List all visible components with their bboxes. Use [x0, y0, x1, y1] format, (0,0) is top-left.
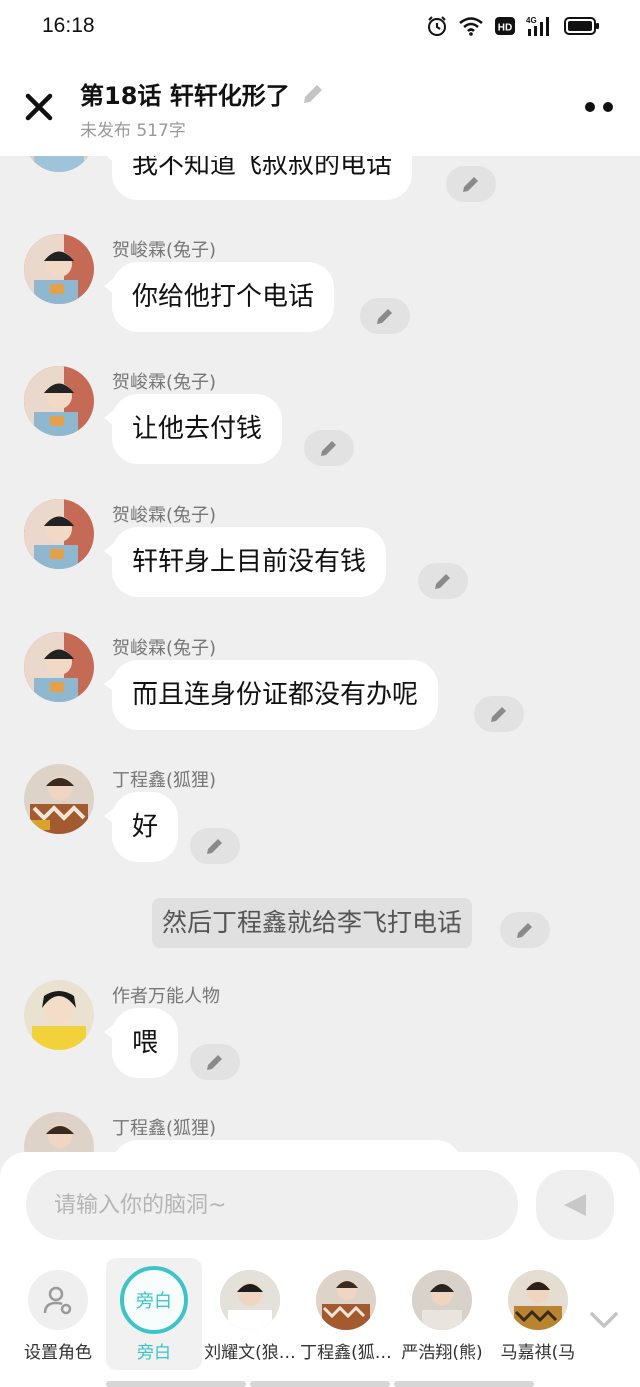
scroll-indicator — [106, 1381, 246, 1387]
sender-name: 贺峻霖(兔子) — [112, 372, 217, 393]
message-bubble[interactable] — [112, 1140, 462, 1152]
message-bubble[interactable]: 你给他打个电话 — [103, 262, 335, 332]
edit-message-button[interactable] — [304, 430, 354, 466]
edit-message-button[interactable] — [474, 696, 524, 732]
role-narration[interactable]: 旁白 旁白 — [106, 1258, 202, 1370]
status-bar: 16:18 HD 4G — [0, 0, 640, 56]
edit-narration-button[interactable] — [500, 912, 550, 948]
edit-message-button[interactable] — [190, 1044, 240, 1080]
scroll-indicator — [394, 1381, 534, 1387]
send-icon — [564, 1194, 586, 1216]
set-role-circle — [28, 1270, 88, 1330]
wifi-icon — [459, 17, 483, 36]
publish-status: 未发布 517字 — [80, 121, 186, 141]
avatar[interactable] — [24, 764, 94, 834]
role-character[interactable]: 丁程鑫(狐… — [298, 1258, 394, 1370]
sender-name: 丁程鑫(狐狸) — [112, 770, 217, 791]
close-icon[interactable] — [22, 90, 56, 124]
pencil-icon — [321, 441, 336, 456]
role-label: 刘耀文(狼… — [204, 1343, 296, 1363]
message-bubble[interactable]: 好 — [103, 792, 179, 862]
edit-title-icon[interactable] — [300, 81, 326, 107]
sender-name: 丁程鑫(狐狸) — [112, 1118, 217, 1139]
send-button[interactable] — [536, 1170, 614, 1240]
edit-message-button[interactable] — [418, 563, 468, 599]
battery-icon — [564, 17, 599, 35]
avatar — [508, 1270, 568, 1330]
title-wrap: 第18话 轩轩化形了 — [80, 76, 326, 111]
svg-text:4G: 4G — [526, 16, 537, 25]
message-bubble[interactable]: 而且连身份证都没有办呢 — [103, 660, 439, 730]
avatar[interactable] — [24, 156, 94, 172]
sender-name: 贺峻霖(兔子) — [112, 505, 217, 526]
composer-panel: 设置角色 旁白 旁白 刘耀文(狼… 丁程鑫(狐… 严浩翔(熊) — [0, 1152, 640, 1387]
avatar[interactable] — [24, 234, 94, 304]
hd-icon: HD — [495, 17, 515, 35]
avatar[interactable] — [24, 980, 94, 1050]
role-label: 马嘉祺(马 — [500, 1343, 576, 1363]
message-bubble[interactable]: 让他去付钱 — [103, 394, 283, 464]
pencil-icon — [517, 923, 532, 938]
sender-name: 贺峻霖(兔子) — [112, 240, 217, 261]
sender-name: 贺峻霖(兔子) — [112, 638, 217, 659]
role-label: 丁程鑫(狐… — [300, 1343, 392, 1363]
role-character[interactable]: 刘耀文(狼… — [202, 1258, 298, 1370]
narration-bubble[interactable]: 然后丁程鑫就给李飞打电话 — [152, 898, 473, 948]
chevron-down-icon[interactable] — [588, 1308, 620, 1332]
message-bubble[interactable]: 我不知道飞叔叔的电话 — [103, 156, 413, 200]
message-input[interactable] — [26, 1170, 518, 1240]
role-character[interactable]: 严浩翔(熊) — [394, 1258, 490, 1370]
message-bubble[interactable]: 轩轩身上目前没有钱 — [103, 527, 387, 597]
scroll-indicator — [250, 1381, 390, 1387]
narration-role-circle: 旁白 — [120, 1266, 188, 1334]
avatar[interactable] — [24, 632, 94, 702]
pencil-icon — [207, 1055, 222, 1070]
pencil-icon — [491, 707, 506, 722]
more-options-icon[interactable] — [584, 100, 614, 114]
role-character[interactable]: 马嘉祺(马 — [490, 1258, 586, 1370]
avatar[interactable] — [24, 1112, 94, 1152]
pencil-icon — [377, 309, 392, 324]
status-time: 16:18 — [42, 14, 95, 37]
avatar[interactable] — [24, 366, 94, 436]
header: 第18话 轩轩化形了 未发布 517字 — [0, 56, 640, 156]
chat-area[interactable]: 我不知道飞叔叔的电话 贺峻霖(兔子) 你给他打个电话 贺峻霖(兔子) 让他去付钱… — [0, 156, 640, 1152]
message-bubble[interactable]: 喂 — [103, 1008, 179, 1078]
user-settings-icon — [43, 1286, 72, 1315]
page-title: 第18话 轩轩化形了 — [80, 82, 290, 110]
role-label: 严浩翔(熊) — [401, 1343, 483, 1363]
avatar[interactable] — [24, 499, 94, 569]
status-icons: HD 4G — [426, 15, 600, 37]
role-selector: 设置角色 旁白 旁白 刘耀文(狼… 丁程鑫(狐… 严浩翔(熊) 马嘉祺(马 — [0, 1258, 640, 1378]
pencil-icon — [463, 177, 478, 192]
role-label: 旁白 — [137, 1343, 171, 1363]
pencil-icon — [207, 839, 222, 854]
edit-message-button[interactable] — [190, 828, 240, 864]
role-set-role[interactable]: 设置角色 — [10, 1258, 106, 1370]
avatar — [412, 1270, 472, 1330]
signal-4g-icon: 4G — [526, 16, 549, 36]
edit-message-button[interactable] — [446, 166, 496, 202]
avatar — [220, 1270, 280, 1330]
svg-text:HD: HD — [498, 23, 512, 34]
alarm-icon — [428, 16, 446, 36]
role-label: 设置角色 — [24, 1343, 92, 1363]
sender-name: 作者万能人物 — [112, 986, 220, 1007]
edit-message-button[interactable] — [360, 298, 410, 334]
avatar — [316, 1270, 376, 1330]
pencil-icon — [435, 574, 450, 589]
